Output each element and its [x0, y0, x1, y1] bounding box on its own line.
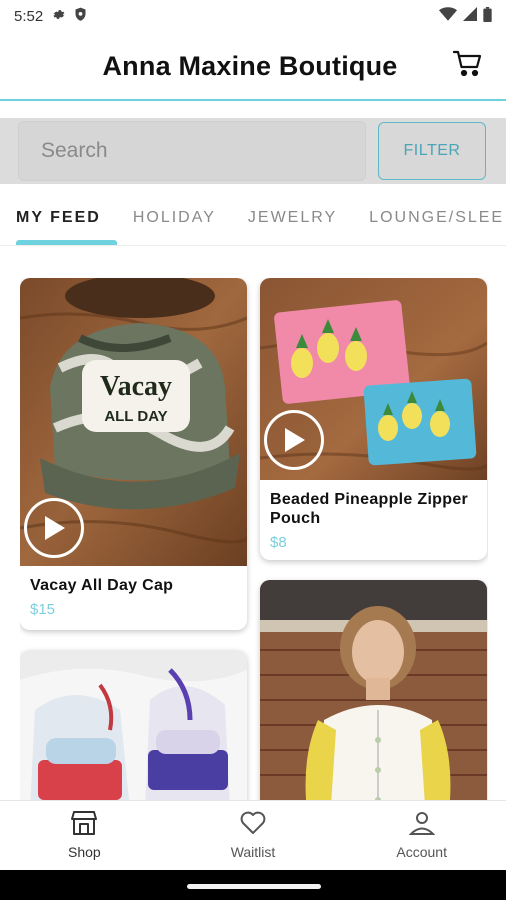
- play-video-button[interactable]: [24, 498, 84, 558]
- wifi-icon: [439, 7, 457, 25]
- status-bar: 5:52: [0, 0, 506, 32]
- product-image: Vacay ALL DAY: [20, 278, 247, 566]
- nav-shop-label: Shop: [67, 844, 101, 860]
- person-icon: [408, 811, 436, 838]
- gear-icon: [51, 7, 66, 26]
- nav-account-label: Account: [396, 844, 447, 860]
- product-card[interactable]: [260, 580, 487, 800]
- cart-icon: [452, 50, 483, 83]
- tab-jewelry[interactable]: JEWELRY: [232, 190, 353, 245]
- nav-account[interactable]: Account: [337, 801, 506, 870]
- cap-patch-text-2: ALL DAY: [104, 408, 167, 425]
- cart-button[interactable]: [452, 50, 484, 82]
- product-card[interactable]: Vacay ALL DAY Vacay All Day Cap $15: [20, 278, 247, 630]
- play-video-button[interactable]: [264, 410, 324, 470]
- category-tabs: MY FEED HOLIDAY JEWELRY LOUNGE/SLEE: [0, 190, 506, 246]
- product-price: $8: [270, 534, 287, 551]
- search-bar: FILTER: [0, 118, 506, 184]
- app-title: Anna Maxine Boutique: [102, 50, 398, 81]
- heart-icon: [240, 811, 266, 838]
- shop-icon: [71, 811, 98, 838]
- product-image: [20, 650, 247, 800]
- nav-shop[interactable]: Shop: [0, 801, 169, 870]
- system-navigation-bar: [0, 870, 506, 900]
- status-time: 5:52: [14, 7, 44, 25]
- product-card[interactable]: Beaded Pineapple Zipper Pouch $8: [260, 278, 487, 560]
- filter-button[interactable]: FILTER: [378, 122, 486, 180]
- product-price: $15: [30, 601, 56, 618]
- cap-patch-text-1: Vacay: [100, 371, 172, 402]
- header-divider: [0, 99, 506, 101]
- signal-icon: [463, 7, 477, 25]
- battery-icon: [483, 6, 492, 26]
- product-name: Vacay All Day Cap: [30, 577, 174, 594]
- nav-waitlist-label: Waitlist: [230, 844, 276, 860]
- search-input[interactable]: [18, 121, 366, 181]
- product-grid: Vacay ALL DAY Vacay All Day Cap $15 Bead…: [20, 278, 488, 800]
- product-image: [260, 580, 487, 800]
- product-name: Beaded Pineapple Zipper Pouch: [270, 491, 469, 527]
- nav-waitlist[interactable]: Waitlist: [169, 801, 338, 870]
- product-image: [260, 278, 487, 480]
- shield-icon: [74, 7, 87, 26]
- app-header: Anna Maxine Boutique: [0, 32, 506, 100]
- tab-lounge-sleep[interactable]: LOUNGE/SLEE: [353, 190, 506, 245]
- tab-holiday[interactable]: HOLIDAY: [117, 190, 232, 245]
- bottom-navigation: Shop Waitlist Account: [0, 800, 506, 870]
- product-card[interactable]: [20, 650, 247, 800]
- tab-my-feed[interactable]: MY FEED: [0, 190, 117, 245]
- home-gesture-handle[interactable]: [187, 884, 321, 889]
